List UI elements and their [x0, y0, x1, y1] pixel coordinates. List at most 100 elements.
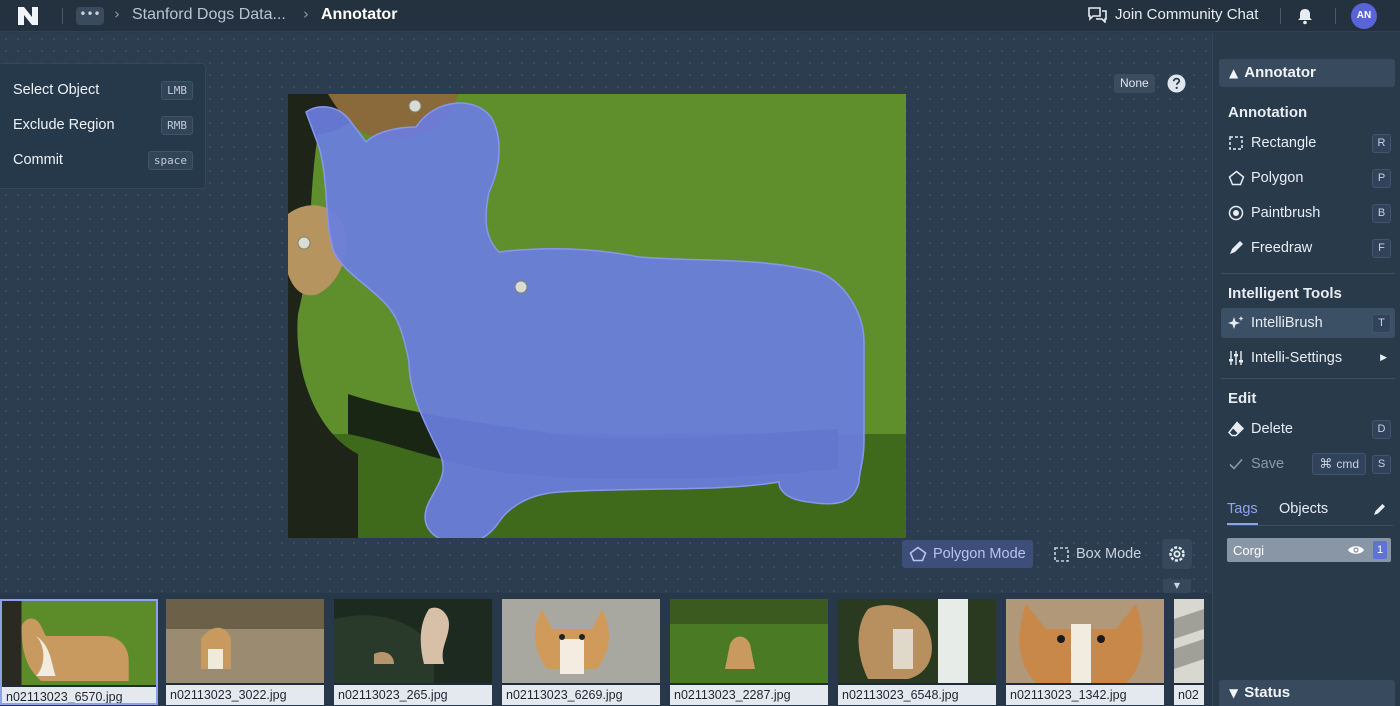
edit-pencil-icon[interactable] [1373, 502, 1387, 516]
thumbnail-filename: n02113023_6269.jpg [502, 685, 660, 705]
breadcrumb-dataset[interactable]: Stanford Dogs Data... [132, 6, 286, 24]
tool-label: Delete [1251, 421, 1293, 437]
sparkle-icon [1223, 315, 1249, 331]
thumbnail-filename: n02 [1174, 685, 1204, 705]
divider [62, 8, 63, 24]
tool-label: Polygon [1251, 170, 1304, 186]
thumbnail-filename: n02113023_6548.jpg [838, 685, 996, 705]
top-bar: ••• › Stanford Dogs Data... › Annotator … [0, 0, 1400, 32]
eye-icon[interactable] [1347, 544, 1365, 556]
sliders-icon [1223, 350, 1249, 366]
annotator-sidebar: ▲ Annotator Annotation Rectangle R Polygo… [1212, 33, 1400, 706]
hotkey-key: LMB [161, 80, 193, 100]
join-community-button[interactable]: Join Community Chat [1088, 6, 1258, 23]
tool-label: Freedraw [1251, 240, 1313, 256]
tool-label: IntelliBrush [1251, 315, 1323, 331]
tab-objects[interactable]: Objects [1279, 501, 1328, 517]
polygon-vertex-handle[interactable] [297, 236, 311, 250]
chat-icon [1088, 7, 1107, 23]
edit-section-title: Edit [1228, 390, 1257, 407]
divider [1221, 378, 1395, 379]
tool-label: Paintbrush [1251, 205, 1321, 221]
logo-icon[interactable] [14, 4, 42, 28]
tool-shortcut: F [1372, 238, 1391, 258]
gear-icon[interactable] [1162, 539, 1192, 569]
tool-label: Intelli-Settings [1251, 350, 1343, 366]
thumbnail-filename: n02113023_6570.jpg [2, 687, 156, 703]
thumbnail-filename: n02113023_3022.jpg [166, 685, 324, 705]
tool-shortcut: B [1372, 203, 1391, 223]
divider [1221, 273, 1395, 274]
annotator-panel-header[interactable]: ▲ Annotator [1219, 59, 1395, 87]
thumbnail-image [670, 599, 828, 683]
tool-shortcut: D [1372, 419, 1391, 439]
box-mode-button[interactable]: Box Mode [1046, 540, 1148, 568]
thumbnail-image [334, 599, 492, 683]
tool-label: Rectangle [1251, 135, 1317, 151]
tool-shortcut: S [1372, 454, 1391, 474]
thumbnail-image [2, 601, 156, 685]
thumbnail-image [1006, 599, 1164, 683]
annotation-image[interactable] [288, 94, 906, 538]
tool-shortcut: R [1372, 133, 1391, 153]
chevron-right-icon: › [114, 5, 120, 23]
chevron-up-icon: ▲ [1229, 66, 1239, 80]
paintbrush-tool[interactable]: Paintbrush B [1221, 198, 1395, 228]
rectangle-tool[interactable]: Rectangle R [1221, 128, 1395, 158]
hotkey-key: RMB [161, 115, 193, 135]
polygon-vertex-handle[interactable] [514, 280, 528, 294]
thumbnail[interactable]: n02113023_6269.jpg [502, 599, 660, 705]
tag-count: 1 [1373, 541, 1387, 559]
intelli-settings-item[interactable]: Intelli-Settings ▶ [1221, 343, 1395, 373]
freedraw-tool[interactable]: Freedraw F [1221, 233, 1395, 263]
panel-title: Annotator [1244, 64, 1316, 81]
page-title: Annotator [321, 6, 398, 23]
chevron-down-icon[interactable]: ▼ [1163, 579, 1191, 593]
thumbnail[interactable]: n02113023_265.jpg [334, 599, 492, 705]
box-mode-label: Box Mode [1076, 546, 1142, 562]
cmd-shortcut: ⌘ cmd [1312, 453, 1366, 475]
breadcrumb-more-button[interactable]: ••• [76, 7, 104, 25]
hotkey-label: Exclude Region [13, 117, 115, 133]
chevron-down-icon: ▼ [1229, 686, 1239, 700]
tab-tags[interactable]: Tags [1227, 501, 1258, 525]
command-icon: ⌘ [1319, 456, 1333, 472]
chevron-right-icon: ▶ [1380, 353, 1387, 363]
bell-icon[interactable] [1296, 7, 1314, 25]
tag-item-corgi[interactable]: Corgi 1 [1227, 538, 1391, 562]
hotkey-panel: Select Object LMB Exclude Region RMB Com… [0, 63, 206, 189]
save-button[interactable]: Save ⌘ cmd S [1221, 449, 1395, 479]
divider [1280, 8, 1281, 24]
delete-button[interactable]: Delete D [1221, 414, 1395, 444]
thumbnail[interactable]: n02113023_6570.jpg [0, 599, 158, 705]
polygon-vertex-handle[interactable] [408, 99, 422, 113]
thumbnail-filename: n02113023_265.jpg [334, 685, 492, 705]
status-panel-header[interactable]: ▼ Status [1219, 680, 1395, 706]
hotkey-label: Commit [13, 152, 63, 168]
polygon-mode-button[interactable]: Polygon Mode [902, 540, 1033, 568]
polygon-tool[interactable]: Polygon P [1221, 163, 1395, 193]
rectangle-icon [1223, 135, 1249, 151]
chevron-right-icon: › [303, 5, 309, 23]
rectangle-icon [1054, 546, 1069, 562]
thumbnail[interactable]: n02113023_1342.jpg [1006, 599, 1164, 705]
avatar[interactable]: AN [1351, 3, 1377, 29]
hotkey-row: Exclude Region RMB [13, 113, 193, 137]
tags-objects-tabs: Tags Objects [1227, 501, 1393, 527]
help-icon[interactable] [1167, 74, 1186, 93]
divider [1227, 525, 1393, 526]
eraser-icon [1223, 421, 1249, 437]
intelligent-tools-title: Intelligent Tools [1228, 285, 1342, 302]
tag-name: Corgi [1233, 542, 1265, 558]
thumbnail[interactable]: n02113023_3022.jpg [166, 599, 324, 705]
hotkey-label: Select Object [13, 82, 100, 98]
intellibrush-tool[interactable]: IntelliBrush T [1221, 308, 1395, 338]
tool-shortcut: T [1372, 313, 1391, 333]
thumbnail[interactable]: n02113023_2287.jpg [670, 599, 828, 705]
hotkey-row: Select Object LMB [13, 78, 193, 102]
thumbnail-filename: n02113023_1342.jpg [1006, 685, 1164, 705]
polygon-icon [909, 546, 927, 562]
thumbnail[interactable]: n02113023_6548.jpg [838, 599, 996, 705]
thumbnail[interactable]: n02 [1174, 599, 1204, 705]
class-badge[interactable]: None [1114, 74, 1155, 93]
